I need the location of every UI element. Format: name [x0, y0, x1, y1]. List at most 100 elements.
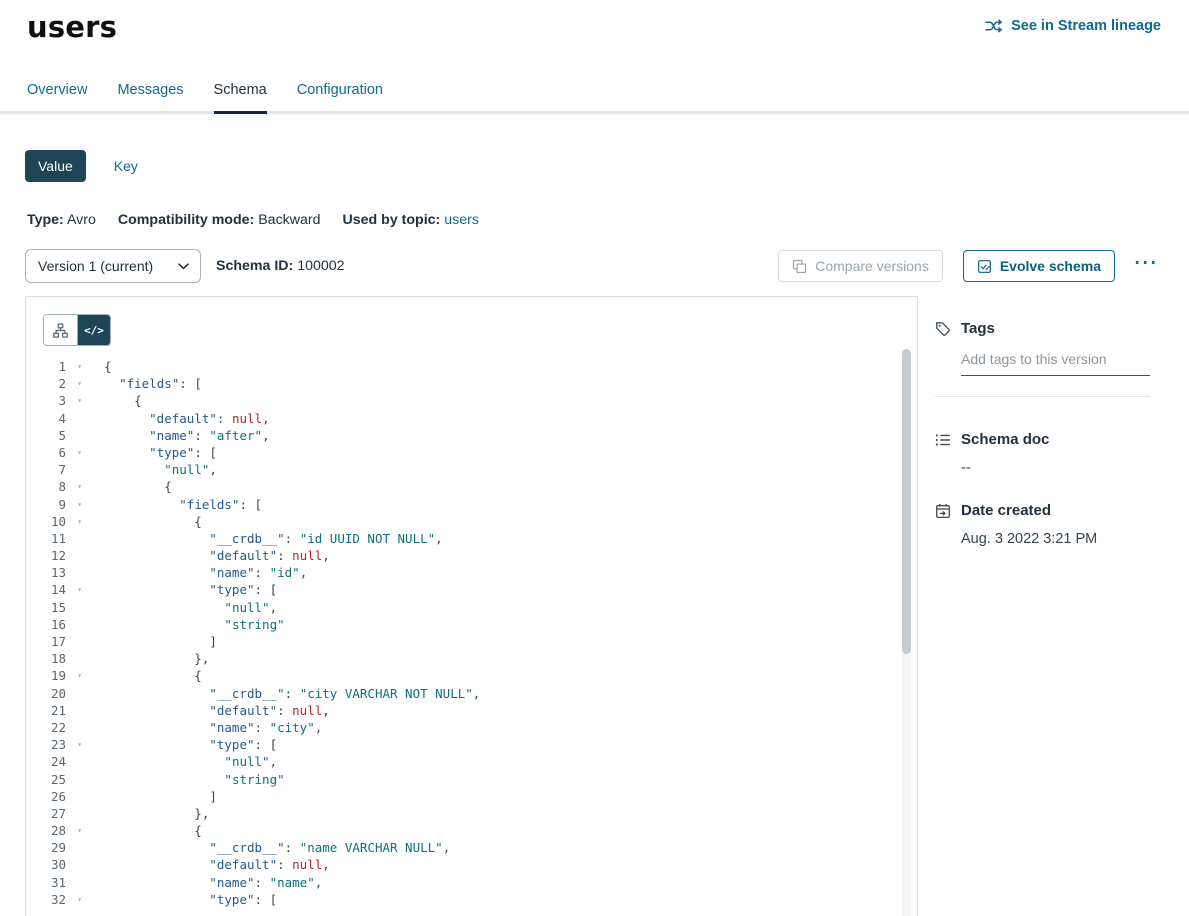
line-number: 5: [26, 427, 66, 444]
fold-spacer: [71, 564, 88, 581]
date-created-heading: Date created: [935, 502, 1164, 519]
tab-schema[interactable]: Schema: [214, 74, 267, 111]
evolve-schema-label: Evolve schema: [1000, 258, 1101, 274]
line-number: 1: [26, 358, 66, 375]
stream-lineage-link[interactable]: See in Stream lineage: [985, 18, 1161, 34]
code-view-icon: </>: [84, 324, 104, 337]
type-meta: Type: Avro: [27, 212, 96, 228]
line-number: 32: [26, 891, 66, 908]
code-text: "fields": [: [104, 375, 202, 392]
topic-link[interactable]: users: [444, 212, 479, 228]
fold-toggle-icon[interactable]: ▾: [71, 392, 88, 409]
line-number: 21: [26, 702, 66, 719]
code-line: 22 "name": "city",: [26, 719, 917, 736]
code-view-button[interactable]: </>: [77, 315, 110, 345]
tags-input[interactable]: [961, 347, 1150, 376]
schema-sidebar: Tags Schema doc --: [918, 296, 1164, 547]
fold-toggle-icon[interactable]: ▾: [71, 891, 88, 908]
code-text: "type": [: [104, 581, 277, 598]
code-text: ]: [104, 633, 217, 650]
date-created-value: Aug. 3 2022 3:21 PM: [961, 531, 1164, 547]
calendar-icon: [935, 503, 951, 519]
fold-toggle-icon[interactable]: ▾: [71, 667, 88, 684]
code-line: 25 "string": [26, 771, 917, 788]
tab-overview[interactable]: Overview: [27, 74, 87, 111]
line-number: 11: [26, 530, 66, 547]
line-number: 14: [26, 581, 66, 598]
date-created-heading-label: Date created: [961, 502, 1051, 519]
scrollbar-track[interactable]: [902, 349, 911, 916]
version-select-value: Version 1 (current): [38, 258, 153, 274]
code-line: 31 "name": "name",: [26, 874, 917, 891]
fold-toggle-icon[interactable]: ▾: [71, 581, 88, 598]
code-editor[interactable]: 1▾{2▾ "fields": [3▾ {4 "default": null,5…: [26, 358, 917, 908]
view-toggle-group: </>: [43, 314, 111, 346]
list-icon: [935, 432, 951, 448]
schema-doc-heading-label: Schema doc: [961, 431, 1049, 448]
evolve-schema-button[interactable]: Evolve schema: [963, 250, 1115, 282]
code-line: 8▾ {: [26, 478, 917, 495]
fold-toggle-icon[interactable]: ▾: [71, 822, 88, 839]
tree-view-icon: [53, 323, 68, 338]
tree-view-button[interactable]: [44, 315, 77, 345]
line-number: 3: [26, 392, 66, 409]
version-select[interactable]: Version 1 (current): [25, 249, 201, 283]
fold-toggle-icon[interactable]: ▾: [71, 736, 88, 753]
tab-configuration[interactable]: Configuration: [297, 74, 383, 111]
fold-toggle-icon[interactable]: ▾: [71, 513, 88, 530]
line-number: 16: [26, 616, 66, 633]
code-line: 12 "default": null,: [26, 547, 917, 564]
line-number: 9: [26, 496, 66, 513]
line-number: 10: [26, 513, 66, 530]
compare-versions-button[interactable]: Compare versions: [778, 250, 943, 282]
fold-spacer: [71, 599, 88, 616]
more-options-button[interactable]: ⋯: [1129, 256, 1161, 276]
line-number: 15: [26, 599, 66, 616]
fold-toggle-icon[interactable]: ▾: [71, 496, 88, 513]
fold-toggle-icon[interactable]: ▾: [71, 358, 88, 375]
code-line: 28 ▾ {: [26, 822, 917, 839]
code-line: 18 },: [26, 650, 917, 667]
code-text: "default": null,: [104, 410, 270, 427]
schema-meta: Type: Avro Compatibility mode: Backward …: [27, 212, 1189, 228]
line-number: 8: [26, 478, 66, 495]
tab-messages[interactable]: Messages: [117, 74, 183, 111]
code-text: "fields": [: [104, 496, 262, 513]
date-created-section: Date created Aug. 3 2022 3:21 PM: [935, 502, 1164, 547]
code-text: {: [104, 392, 142, 409]
compatibility-meta: Compatibility mode: Backward: [118, 212, 321, 228]
fold-spacer: [71, 427, 88, 444]
code-text: {: [104, 822, 202, 839]
fold-spacer: [71, 410, 88, 427]
code-text: "name": "name",: [104, 874, 322, 891]
code-line: 11 "__crdb__": "id UUID NOT NULL",: [26, 530, 917, 547]
line-number: 22: [26, 719, 66, 736]
compare-versions-icon: [792, 259, 807, 274]
line-number: 25: [26, 771, 66, 788]
key-toggle-button[interactable]: Key: [110, 150, 142, 182]
fold-toggle-icon[interactable]: ▾: [71, 478, 88, 495]
line-number: 24: [26, 753, 66, 770]
code-line: 3 ▾ {: [26, 392, 917, 409]
fold-toggle-icon[interactable]: ▾: [71, 444, 88, 461]
fold-spacer: [71, 771, 88, 788]
page-title: users: [27, 10, 117, 44]
line-number: 7: [26, 461, 66, 478]
tag-icon: [935, 321, 951, 337]
code-line: 2 ▾ "fields": [: [26, 375, 917, 392]
value-toggle-button[interactable]: Value: [25, 150, 86, 182]
code-text: "type": [: [104, 891, 277, 908]
line-number: 27: [26, 805, 66, 822]
code-text: "__crdb__": "city VARCHAR NOT NULL",: [104, 685, 480, 702]
version-actions: Compare versions Evolve schema ⋯: [778, 250, 1161, 282]
code-text: {: [104, 513, 202, 530]
code-line: 19▾ {: [26, 667, 917, 684]
scrollbar-thumb[interactable]: [902, 349, 911, 654]
tags-heading-label: Tags: [961, 320, 995, 337]
line-number: 28: [26, 822, 66, 839]
schema-doc-section: Schema doc --: [935, 431, 1164, 476]
code-line: 17 ]: [26, 633, 917, 650]
fold-toggle-icon[interactable]: ▾: [71, 375, 88, 392]
line-number: 2: [26, 375, 66, 392]
code-text: "default": null,: [104, 702, 330, 719]
